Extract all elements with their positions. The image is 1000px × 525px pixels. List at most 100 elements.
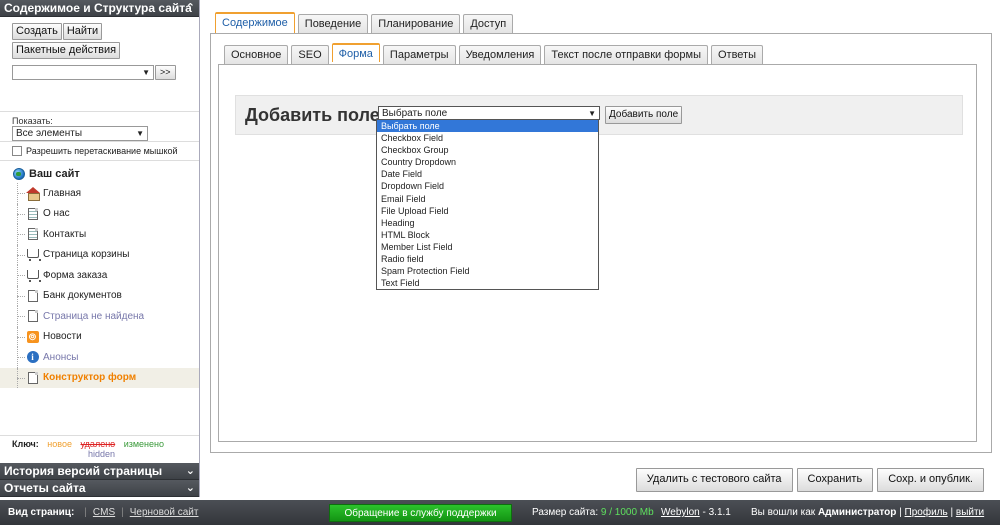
expand-icon[interactable]: ⌄ xyxy=(186,480,195,497)
find-button[interactable]: Найти xyxy=(62,23,103,40)
reports-title: Отчеты сайта xyxy=(4,481,86,495)
separator: | xyxy=(950,507,954,518)
dropdown-option[interactable]: Date Field xyxy=(377,168,598,180)
tab-main[interactable]: Основное xyxy=(224,45,289,64)
save-publish-button[interactable]: Сохр. и опублик. xyxy=(877,468,984,492)
dropdown-option[interactable]: Dropdown Field xyxy=(377,180,598,192)
dropdown-option[interactable]: File Upload Field xyxy=(377,205,598,217)
legend-new: новое xyxy=(47,439,72,449)
dropdown-option[interactable]: Checkbox Group xyxy=(377,144,598,156)
show-filter: Показать: Все элементы ▼ xyxy=(0,112,199,142)
status-bar: Вид страниц: | CMS | Черновой сайт Обращ… xyxy=(0,500,1000,525)
drag-toggle[interactable]: Разрешить перетаскивание мышкой xyxy=(0,142,199,161)
cart-icon xyxy=(26,269,41,282)
dropdown-option[interactable]: Email Field xyxy=(377,193,598,205)
dropdown-arrow-icon: ▼ xyxy=(588,108,596,118)
sub-tabs: Основное SEO Форма Параметры Уведомления… xyxy=(224,43,763,64)
dropdown-option[interactable]: Spam Protection Field xyxy=(377,265,598,277)
batch-actions-button[interactable]: Пакетные действия xyxy=(12,42,121,59)
page-icon xyxy=(27,371,38,384)
tab-notifications[interactable]: Уведомления xyxy=(458,45,542,64)
page-icon xyxy=(27,228,38,241)
remove-from-draft-button[interactable]: Удалить с тестового сайта xyxy=(635,468,793,492)
tree-item-contacts[interactable]: Контакты xyxy=(0,224,199,245)
home-icon xyxy=(25,187,40,202)
action-bar: Удалить с тестового сайта Сохранить Сохр… xyxy=(635,468,984,492)
globe-icon xyxy=(12,168,25,180)
tree-item-documents[interactable]: Банк документов xyxy=(0,285,199,307)
tab-params[interactable]: Параметры xyxy=(382,45,456,64)
dropdown-option[interactable]: Member List Field xyxy=(377,241,598,253)
site-size: Размер сайта: 9 / 1000 Mb xyxy=(532,507,654,518)
user-info: Вы вошли как Администратор | Профиль | в… xyxy=(751,507,984,518)
tree-item-order-form[interactable]: Форма заказа xyxy=(0,265,199,286)
dropdown-option[interactable]: HTML Block xyxy=(377,229,598,241)
tree-item-label: Контакты xyxy=(43,228,87,240)
profile-link[interactable]: Профиль xyxy=(905,507,948,518)
tab-after-submit-text[interactable]: Текст после отправки формы xyxy=(544,45,708,64)
dropdown-option[interactable]: Выбрать поле xyxy=(377,120,598,133)
tree-root[interactable]: Ваш сайт xyxy=(0,165,199,183)
separator: | xyxy=(899,507,902,518)
drag-checkbox[interactable] xyxy=(12,146,22,156)
collapse-icon[interactable]: ⌃ xyxy=(186,0,195,17)
dropdown-option[interactable]: Radio field xyxy=(377,253,598,265)
create-button[interactable]: Создать xyxy=(12,23,62,40)
tab-form[interactable]: Форма xyxy=(331,43,380,62)
legend: Ключ: новое удалено изменено hidden xyxy=(0,435,199,462)
tree-item-label: Страница корзины xyxy=(43,249,130,261)
show-label: Показать: xyxy=(12,116,53,126)
legend-hidden: hidden xyxy=(88,449,116,459)
tree-item-announcements[interactable]: i Анонсы xyxy=(0,347,199,368)
save-button[interactable]: Сохранить xyxy=(796,468,874,492)
drag-label: Разрешить перетаскивание мышкой xyxy=(26,146,178,156)
tree-item-label: Банк документов xyxy=(43,290,122,302)
tree-item-home[interactable]: Главная xyxy=(0,183,199,204)
bottom-panels: История версий страницы ⌄ Отчеты сайта ⌄ xyxy=(0,463,199,497)
tab-responses[interactable]: Ответы xyxy=(710,45,763,64)
site-size-value: 9 / 1000 Mb xyxy=(600,507,654,518)
show-filter-select[interactable]: Все элементы ▼ xyxy=(12,126,148,141)
dropdown-option[interactable]: Heading xyxy=(377,217,598,229)
reports-panel-header[interactable]: Отчеты сайта ⌄ xyxy=(0,480,199,497)
add-field-button[interactable]: Добавить поле xyxy=(605,106,683,124)
tree-item-label: Новости xyxy=(43,331,82,343)
tree-item-news[interactable]: ⦾ Новости xyxy=(0,326,199,348)
dropdown-option[interactable]: Text Field xyxy=(377,277,598,289)
tab-scheduling[interactable]: Планирование xyxy=(371,14,461,33)
page-icon xyxy=(27,289,38,302)
sidebar-header[interactable]: Содержимое и Структура сайта ⌃ xyxy=(0,0,199,17)
expand-icon[interactable]: ⌄ xyxy=(186,463,195,480)
tree-item-label: О нас xyxy=(43,208,70,220)
go-button[interactable]: >> xyxy=(155,65,176,80)
history-panel-header[interactable]: История версий страницы ⌄ xyxy=(0,463,199,480)
tab-access[interactable]: Доступ xyxy=(463,14,514,33)
logout-link[interactable]: выйти xyxy=(956,507,984,518)
tree-item-about[interactable]: О нас xyxy=(0,203,199,225)
tab-behavior[interactable]: Поведение xyxy=(297,14,369,33)
product-version: Webylon - 3.1.1 xyxy=(661,507,731,518)
support-button[interactable]: Обращение в службу поддержки xyxy=(329,504,512,522)
tab-content[interactable]: Содержимое xyxy=(215,12,295,33)
dropdown-option[interactable]: Checkbox Field xyxy=(377,132,598,144)
cms-link[interactable]: CMS xyxy=(93,507,115,518)
draft-site-link[interactable]: Черновой сайт xyxy=(130,507,199,518)
dropdown-option[interactable]: Country Dropdown xyxy=(377,156,598,168)
product-link[interactable]: Webylon xyxy=(661,507,700,518)
sidebar: Содержимое и Структура сайта ⌃ Создать Н… xyxy=(0,0,200,497)
tree-item-form-builder[interactable]: Конструктор форм xyxy=(0,367,199,388)
show-filter-value: Все элементы xyxy=(16,128,83,139)
view-label: Вид страниц: xyxy=(8,507,75,518)
tab-seo[interactable]: SEO xyxy=(291,45,329,64)
field-type-select[interactable]: Выбрать поле ▼ xyxy=(378,106,600,120)
tree-item-label: Страница не найдена xyxy=(43,310,145,322)
tree-item-label: Главная xyxy=(43,187,82,199)
tree-item-cart-page[interactable]: Страница корзины xyxy=(0,244,199,266)
tree-item-not-found[interactable]: Страница не найдена xyxy=(0,306,199,327)
dropdown-arrow-icon: ▼ xyxy=(142,68,150,77)
site-size-label: Размер сайта: xyxy=(532,507,599,518)
tree-item-label: Конструктор форм xyxy=(43,372,137,384)
main-content: Содержимое Поведение Планирование Доступ… xyxy=(201,0,1000,497)
batch-action-select[interactable]: ▼ xyxy=(12,65,154,80)
field-type-dropdown-list: Выбрать поле Checkbox Field Checkbox Gro… xyxy=(376,119,599,290)
